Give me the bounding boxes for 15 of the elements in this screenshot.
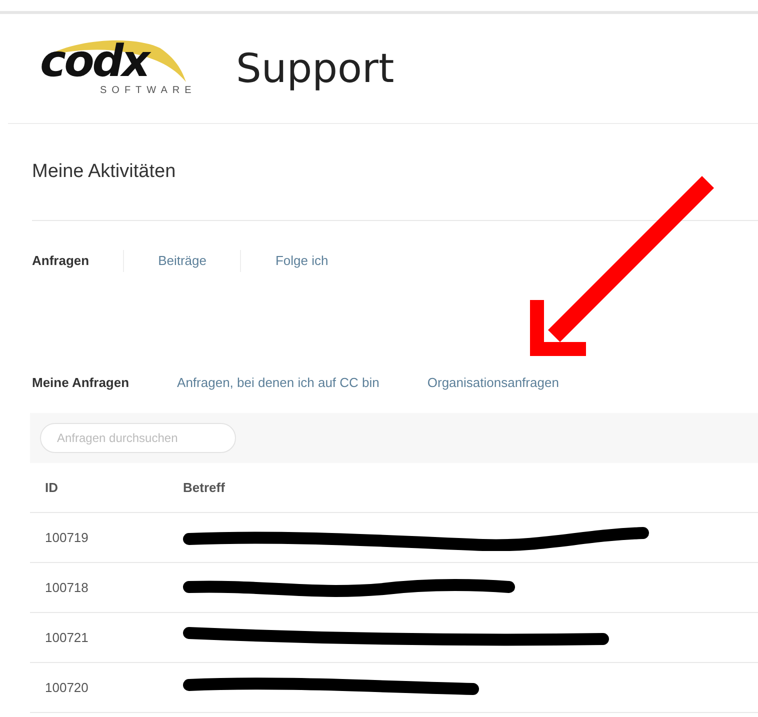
table-cell-text: 100721 xyxy=(44,628,90,647)
site-title: Support xyxy=(236,46,394,92)
table-cell-text: 100718 xyxy=(44,578,90,597)
tab[interactable]: Anfragen xyxy=(32,245,90,277)
column-header: Betreff xyxy=(183,478,225,497)
search-field[interactable]: Anfragen durchsuchen xyxy=(40,423,236,453)
column-header: ID xyxy=(44,478,59,497)
filter-tab[interactable]: Organisationsanfragen xyxy=(427,367,559,399)
page-title: Meine Aktivitäten xyxy=(32,160,176,184)
tab[interactable]: Beiträge xyxy=(158,245,206,277)
filter-tab[interactable]: Anfragen, bei denen ich auf CC bin xyxy=(177,367,380,399)
table-cell-text: 100719 xyxy=(44,528,90,547)
filter-tab[interactable]: Meine Anfragen xyxy=(32,367,130,399)
tab[interactable]: Folge ich xyxy=(275,245,328,277)
table-cell-text: 100720 xyxy=(44,678,90,697)
